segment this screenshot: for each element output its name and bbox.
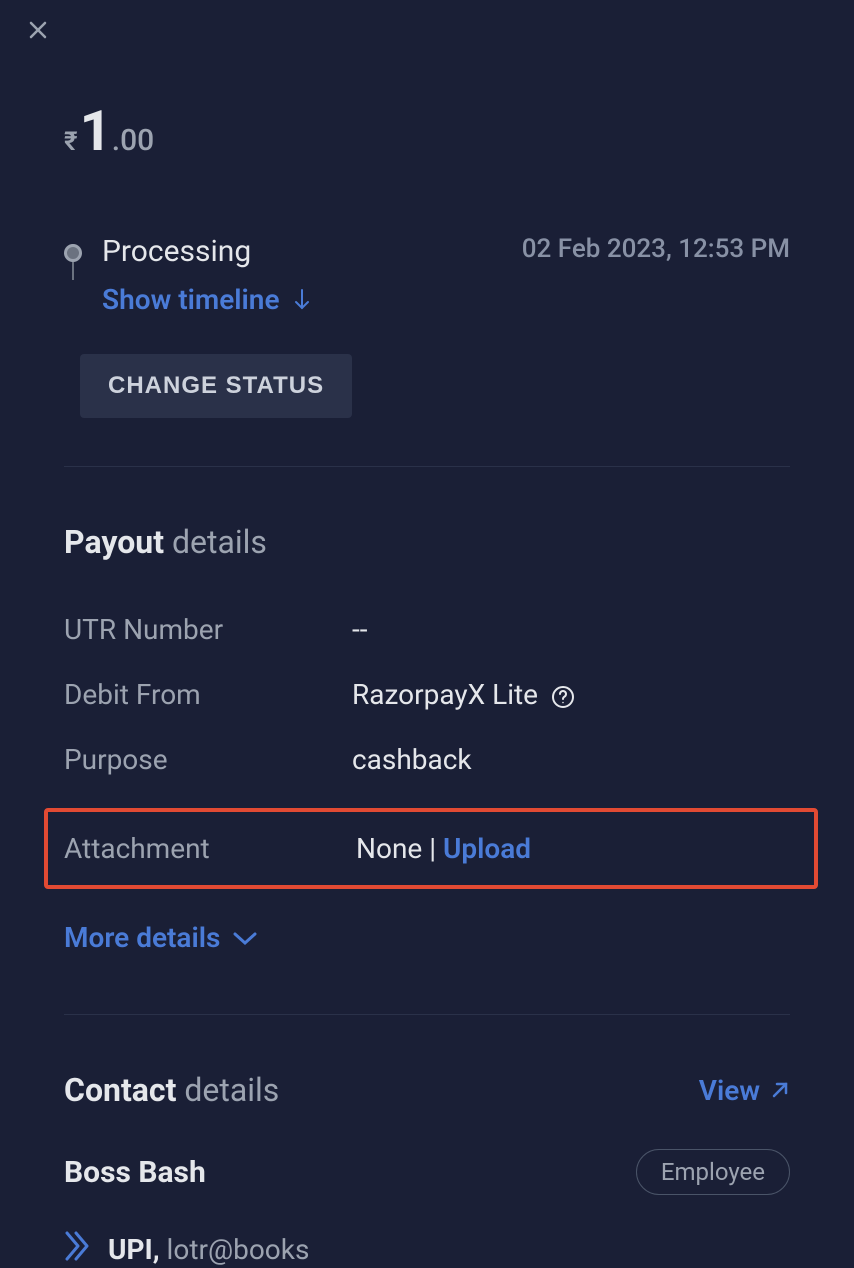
debit-row: Debit From RazorpayX Lite [64, 678, 790, 711]
contact-name: Boss Bash [64, 1155, 206, 1190]
debit-value: RazorpayX Lite [352, 678, 575, 711]
upload-link[interactable]: Upload [443, 832, 531, 865]
attachment-value: None | Upload [356, 832, 531, 865]
contact-section-header: Contact details [64, 1071, 279, 1109]
help-icon[interactable] [551, 685, 575, 709]
chevron-down-icon [232, 930, 258, 946]
arrow-down-icon [292, 288, 312, 312]
status-row: Processing Show timeline 02 Feb 2023, 12… [64, 234, 790, 346]
contact-title-bold: Contact [64, 1071, 176, 1109]
purpose-row: Purpose cashback [64, 743, 790, 776]
more-details-text: More details [64, 921, 220, 954]
utr-value: -- [352, 613, 367, 646]
utr-label: UTR Number [64, 613, 352, 646]
show-timeline-link[interactable]: Show timeline [102, 283, 312, 316]
payment-method-name: UPI, [108, 1233, 160, 1266]
more-details-link[interactable]: More details [64, 921, 790, 954]
debit-label: Debit From [64, 678, 352, 711]
attachment-row: Attachment None | Upload [44, 808, 818, 889]
status-timestamp: 02 Feb 2023, 12:53 PM [522, 234, 790, 264]
payment-method-row: UPI, lotr@books [64, 1231, 790, 1268]
role-badge: Employee [636, 1149, 790, 1195]
contact-name-row: Boss Bash Employee [64, 1149, 790, 1195]
utr-row: UTR Number -- [64, 613, 790, 646]
timeline-link-text: Show timeline [102, 283, 280, 316]
status-indicator-icon [64, 244, 82, 262]
status-label: Processing [102, 234, 312, 269]
payout-section-header: Payout details [64, 523, 790, 561]
view-contact-link[interactable]: View [699, 1074, 790, 1107]
amount-decimal: .00 [112, 123, 154, 158]
external-link-icon [770, 1080, 790, 1100]
purpose-label: Purpose [64, 743, 352, 776]
payout-title-bold: Payout [64, 523, 164, 561]
amount-whole: 1 [80, 98, 112, 164]
close-button[interactable] [26, 18, 50, 46]
contact-title-light: details [176, 1071, 279, 1109]
payout-title-light: details [164, 523, 267, 561]
change-status-button[interactable]: CHANGE STATUS [80, 354, 352, 418]
close-icon [26, 18, 50, 42]
amount-display: ₹ 1 .00 [64, 98, 790, 164]
payment-id: lotr@books [160, 1233, 310, 1266]
purpose-value: cashback [352, 743, 472, 776]
upi-icon [64, 1231, 92, 1268]
attachment-label: Attachment [64, 832, 356, 865]
divider [64, 1014, 790, 1015]
divider [64, 466, 790, 467]
currency-symbol: ₹ [64, 127, 78, 157]
contact-header-row: Contact details View [64, 1071, 790, 1109]
view-link-text: View [699, 1074, 760, 1107]
